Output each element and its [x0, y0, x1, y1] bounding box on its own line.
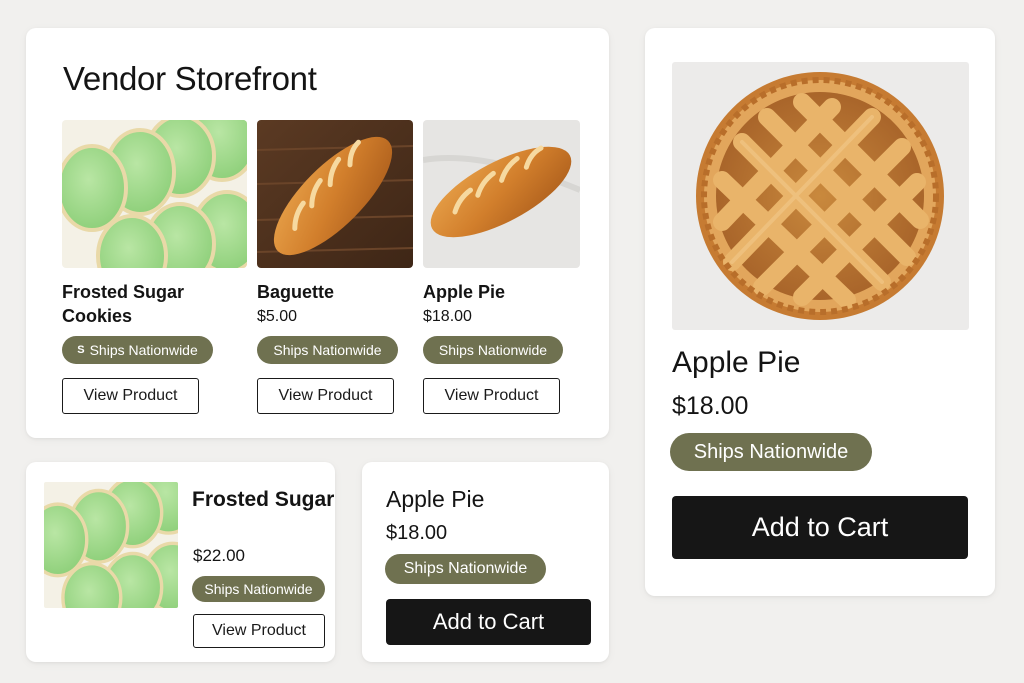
product-price: $5.00: [257, 308, 298, 325]
ships-nationwide-badge: Ships Nationwide: [385, 554, 546, 584]
frosted-sugar-cookies-card: Frosted Sugar Cookies $22.00 Ships Natio…: [26, 462, 335, 662]
product-name: Frosted Sugar Cookies: [192, 488, 335, 511]
detail-product-price: $18.00: [672, 392, 749, 420]
product-name: Apple Pie: [423, 282, 506, 302]
view-product-button[interactable]: View Product: [423, 378, 560, 414]
view-product-button[interactable]: View Product: [257, 378, 394, 414]
detail-product-name: Apple Pie: [672, 346, 801, 379]
product-name: Baguette: [257, 282, 335, 302]
apple-pie-image: [672, 62, 969, 330]
ships-nationwide-badge: Ships Nationwide: [257, 336, 398, 364]
ships-nationwide-badge: S Ships Nationwide: [62, 336, 213, 364]
view-product-button[interactable]: View Product: [193, 614, 325, 648]
add-to-cart-button[interactable]: Add to Cart: [386, 599, 591, 645]
product-detail-card: Apple Pie $18.00 Ships Nationwide Add to…: [645, 28, 995, 596]
storefront-title: Vendor Storefront: [63, 60, 317, 97]
view-product-button[interactable]: View Product: [62, 378, 199, 414]
ships-nationwide-badge: Ships Nationwide: [670, 433, 872, 471]
ships-icon: S: [77, 344, 85, 356]
frosted-sugar-cookies-image[interactable]: [62, 120, 247, 268]
vendor-storefront-card: Vendor Storefront Frosted Sugar Cookies …: [26, 28, 609, 438]
ships-nationwide-badge: Ships Nationwide: [423, 336, 563, 364]
product-price: $22.00: [193, 546, 245, 565]
frosted-sugar-cookies-image[interactable]: [44, 482, 178, 608]
product-name: Apple Pie: [386, 486, 485, 512]
apple-pie-card: Apple Pie $18.00 Ships Nationwide Add to…: [362, 462, 609, 662]
ships-nationwide-badge: Ships Nationwide: [192, 576, 325, 602]
product-price: $18.00: [423, 308, 472, 325]
baguette-image[interactable]: [257, 120, 413, 268]
badge-label: Ships Nationwide: [89, 342, 198, 358]
product-name: Frosted Sugar Cookies: [62, 282, 185, 326]
apple-pie-image[interactable]: [423, 120, 580, 268]
add-to-cart-button[interactable]: Add to Cart: [672, 496, 968, 559]
product-price: $18.00: [386, 522, 448, 544]
